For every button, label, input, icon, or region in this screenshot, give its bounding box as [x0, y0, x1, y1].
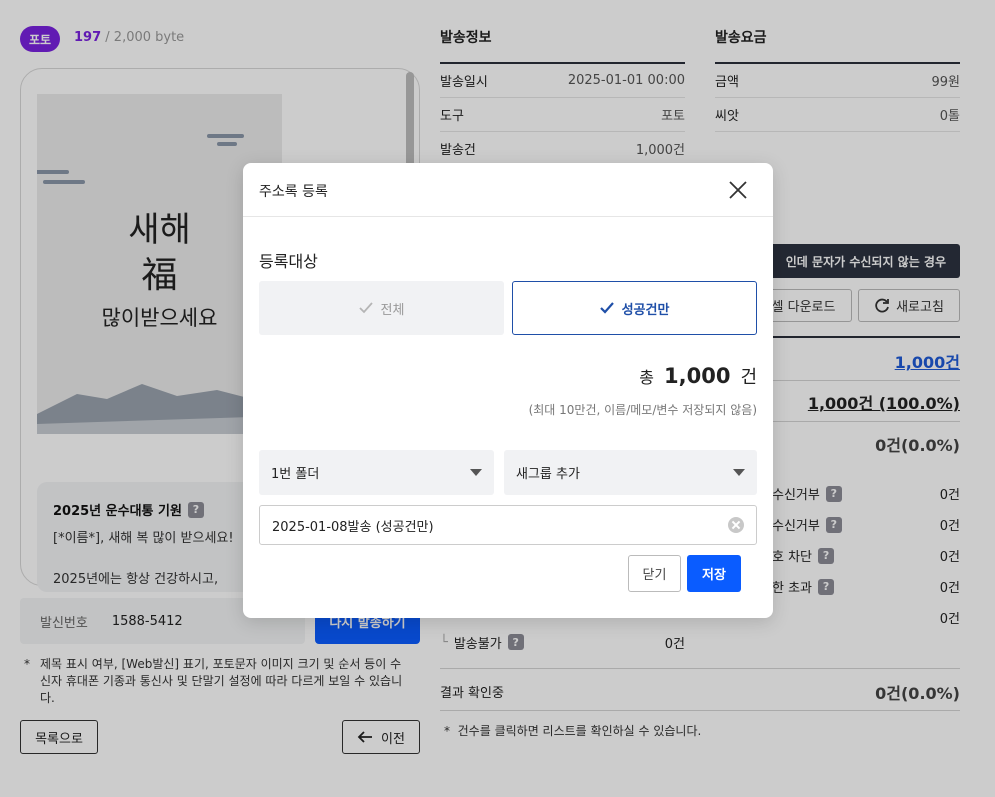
address-book-modal: 주소록 등록 등록대상 전체 성공건만 총 1,000 건 (최대 10만건, …	[243, 163, 773, 618]
option-success-label: 성공건만	[621, 302, 670, 318]
modal-title: 주소록 등록	[259, 184, 328, 200]
modal-header: 주소록 등록	[243, 163, 773, 217]
group-select-value: 새그룹 추가	[516, 467, 580, 482]
check-icon	[599, 302, 614, 314]
option-success-only[interactable]: 성공건만	[512, 281, 757, 335]
save-button[interactable]: 저장	[687, 555, 741, 592]
folder-select-value: 1번 폴더	[271, 467, 320, 482]
folder-select[interactable]: 1번 폴더	[259, 450, 494, 495]
target-section-label: 등록대상	[259, 252, 318, 271]
chevron-down-icon	[733, 469, 745, 476]
check-icon	[358, 302, 373, 314]
total-count: 총 1,000 건	[639, 363, 757, 389]
group-name-input[interactable]: 2025-01-08발송 (성공건만)	[259, 505, 757, 545]
group-select[interactable]: 새그룹 추가	[504, 450, 757, 495]
group-name-value: 2025-01-08발송 (성공건만)	[272, 519, 434, 535]
close-icon[interactable]	[727, 179, 749, 201]
chevron-down-icon	[470, 469, 482, 476]
total-prefix: 총	[639, 368, 654, 387]
limit-hint: (최대 10만건, 이름/메모/변수 저장되지 않음)	[528, 403, 757, 417]
clear-input-icon[interactable]	[728, 517, 744, 533]
close-button[interactable]: 닫기	[628, 555, 681, 592]
option-all-label: 전체	[380, 302, 405, 318]
option-all[interactable]: 전체	[259, 281, 504, 335]
total-unit: 건	[740, 367, 757, 388]
total-number: 1,000	[664, 364, 731, 388]
